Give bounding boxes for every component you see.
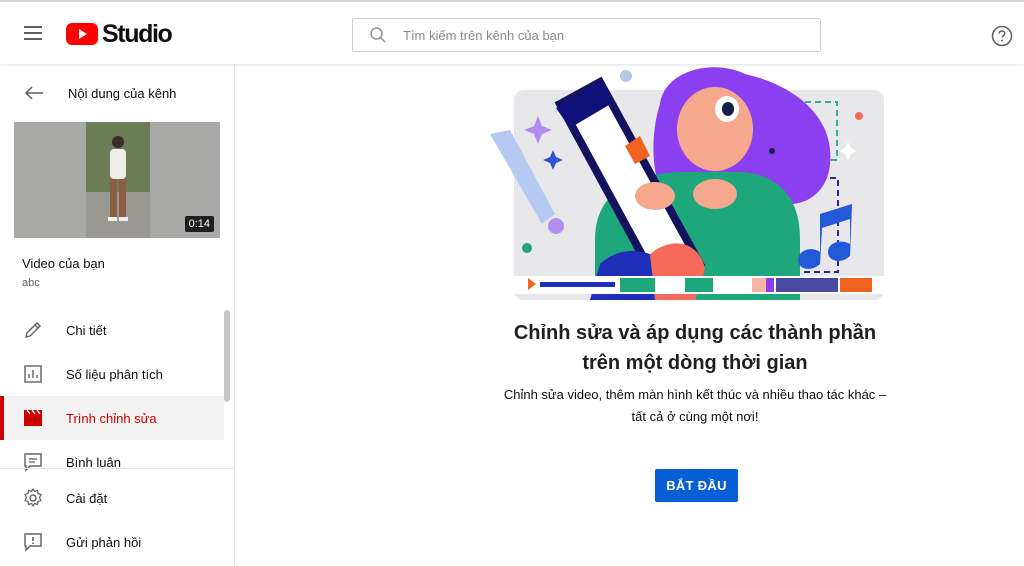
arrow-back-icon[interactable]: [24, 85, 44, 101]
back-label: Nội dung của kênh: [68, 85, 177, 101]
feedback-icon: [24, 533, 42, 552]
sidebar-item-label: Số liệu phân tích: [66, 366, 163, 382]
video-subtitle: abc: [22, 277, 40, 289]
sidebar-divider: [0, 468, 234, 469]
studio-logo[interactable]: Studio: [66, 19, 173, 48]
sidebar-bottom-nav: Cài đặt Gửi phản hồi: [0, 476, 224, 564]
comments-icon: [24, 453, 42, 472]
main-content: Chỉnh sửa và áp dụng các thành phần trên…: [235, 64, 1024, 566]
menu-icon[interactable]: [16, 16, 50, 50]
search-input[interactable]: [403, 27, 803, 43]
video-thumbnail[interactable]: 0:14: [14, 122, 220, 238]
sidebar-item-label: Gửi phản hồi: [66, 534, 142, 550]
search-box[interactable]: [352, 18, 821, 52]
headline-line-1: Chỉnh sửa và áp dụng các thành phần: [513, 322, 877, 344]
youtube-play-logo-icon: [66, 23, 98, 45]
sidebar-scrollbar[interactable]: [224, 310, 230, 402]
page-title: Chỉnh sửa và áp dụng các thành phần trên…: [415, 318, 975, 378]
help-icon[interactable]: [991, 25, 1013, 47]
back-to-channel-content[interactable]: Nội dung của kênh: [0, 78, 234, 108]
analytics-icon: [24, 365, 42, 383]
sidebar-item-details[interactable]: Chi tiết: [0, 308, 224, 352]
gear-icon: [24, 487, 42, 508]
start-button[interactable]: BẮT ĐẦU: [655, 469, 738, 502]
sidebar-item-label: Trình chỉnh sửa: [66, 410, 157, 426]
sidebar-item-label: Chi tiết: [66, 322, 107, 338]
description-line-2: tất cả ở cùng một nơi!: [631, 409, 759, 424]
editor-icon: [24, 409, 42, 426]
sidebar-item-editor[interactable]: Trình chỉnh sửa: [0, 396, 224, 440]
editor-illustration: [490, 67, 884, 300]
top-bar: Studio: [0, 0, 1024, 64]
headline-line-2: trên một dòng thời gian: [582, 352, 808, 374]
sidebar: Nội dung của kênh 0:14 Video của bạn abc…: [0, 64, 235, 566]
description-line-1: Chỉnh sửa video, thêm màn hình kết thúc …: [503, 387, 887, 402]
video-duration-badge: 0:14: [184, 216, 214, 232]
pencil-icon: [25, 322, 41, 338]
sidebar-item-feedback[interactable]: Gửi phản hồi: [0, 520, 224, 564]
sidebar-item-settings[interactable]: Cài đặt: [0, 476, 224, 520]
search-icon[interactable]: [369, 26, 387, 44]
video-title: Video của bạn: [22, 256, 105, 271]
sidebar-item-label: Cài đặt: [66, 490, 108, 506]
logo-text: Studio: [102, 19, 173, 48]
sidebar-item-analytics[interactable]: Số liệu phân tích: [0, 352, 224, 396]
description: Chỉnh sửa video, thêm màn hình kết thúc …: [415, 384, 975, 428]
sidebar-nav: Chi tiết Số liệu phân tích Trình chỉnh s…: [0, 308, 224, 484]
